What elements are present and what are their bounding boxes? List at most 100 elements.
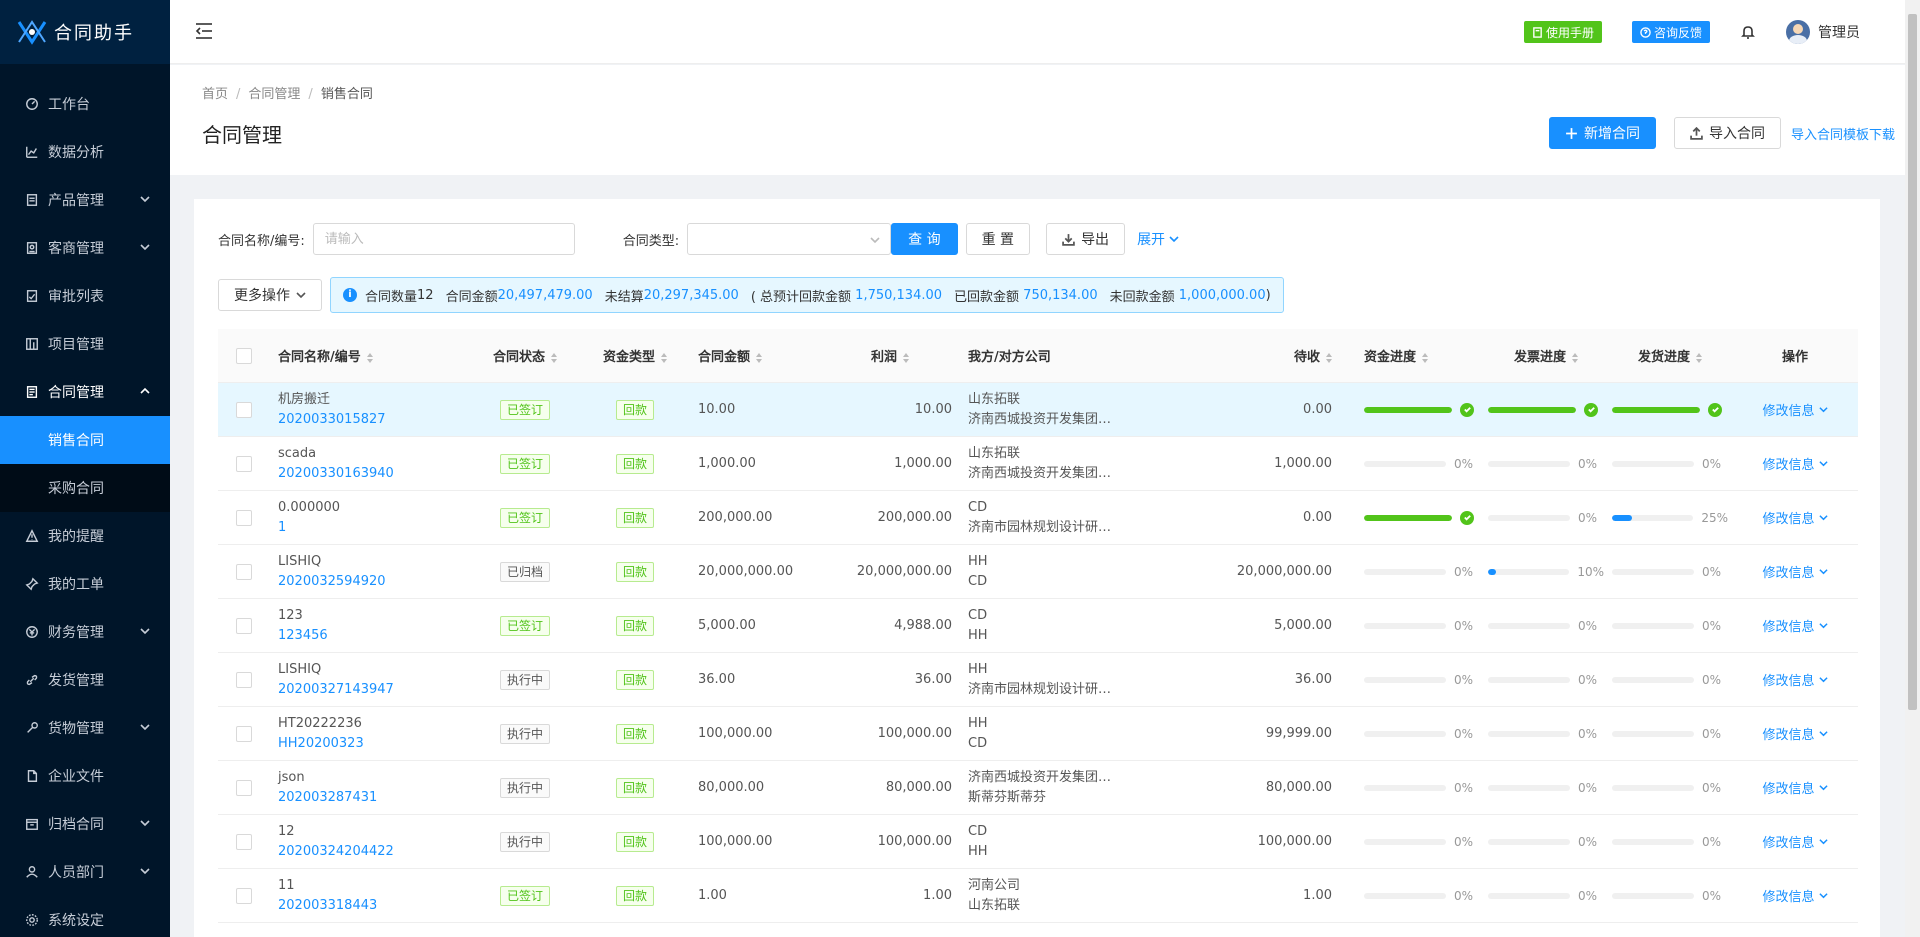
submenu-item-0[interactable]: 销售合同: [0, 416, 170, 464]
contract-amount: 20,000,000.00: [698, 564, 794, 579]
edit-info-dropdown[interactable]: 修改信息: [1762, 616, 1828, 635]
table-row[interactable]: 0.000000 1 已签订 回款 200,000.00 200,000.00 CD 济南市园…: [218, 491, 1858, 545]
manual-button[interactable]: 使用手册: [1523, 21, 1602, 43]
sidebar-item-2[interactable]: 产品管理: [0, 176, 170, 224]
row-checkbox[interactable]: [236, 833, 252, 850]
contract-code-link[interactable]: 20200330163940: [278, 464, 462, 484]
export-button[interactable]: 导出: [1046, 223, 1126, 255]
expand-link[interactable]: 展开: [1137, 229, 1179, 249]
sidebar-item-14[interactable]: 人员部门: [0, 848, 170, 896]
sidebar-item-9[interactable]: 财务管理: [0, 608, 170, 656]
contract-name: scada: [278, 445, 317, 461]
contract-code-link[interactable]: HH20200323: [278, 734, 462, 754]
contract-code-link[interactable]: 2020032714394​7: [278, 680, 462, 700]
row-checkbox[interactable]: [236, 887, 252, 904]
edit-info-dropdown[interactable]: 修改信息: [1762, 562, 1828, 581]
row-checkbox[interactable]: [236, 401, 252, 418]
more-actions-dropdown[interactable]: 更多操作: [218, 279, 322, 311]
select-all-checkbox[interactable]: [236, 347, 252, 364]
edit-info-dropdown[interactable]: 修改信息: [1762, 778, 1828, 797]
sidebar-item-0[interactable]: 工作台: [0, 80, 170, 128]
col-invoice-progress[interactable]: 发票进度: [1484, 346, 1608, 365]
template-download-link[interactable]: 导入合同模板下载: [1791, 124, 1895, 143]
sidebar-item-4[interactable]: 审批列表: [0, 272, 170, 320]
page-scrollbar[interactable]: [1905, 0, 1920, 937]
sidebar-item-1[interactable]: 数据分析: [0, 128, 170, 176]
row-checkbox[interactable]: [236, 563, 252, 580]
bell-icon[interactable]: [1740, 24, 1756, 40]
table-row[interactable]: 123 123456 已签订 回款 5,000.00 4,988.00 CD HH 5,000.…: [218, 599, 1858, 653]
sidebar-item-12[interactable]: 企业文件: [0, 752, 170, 800]
col-ftype[interactable]: 资金类型: [580, 346, 690, 365]
our-company: 山东拓联: [968, 445, 1021, 461]
add-contract-button[interactable]: 新增合同: [1548, 117, 1656, 149]
row-checkbox[interactable]: [236, 455, 252, 472]
progress-bar: [1612, 460, 1694, 467]
breadcrumb-contract[interactable]: 合同管理: [248, 87, 300, 102]
sidebar-item-5[interactable]: 项目管理: [0, 320, 170, 368]
contract-code-link[interactable]: 2020033015827: [278, 410, 462, 430]
sidebar-item-10[interactable]: 发货管理: [0, 656, 170, 704]
user-name[interactable]: 管理员: [1818, 22, 1860, 42]
table-row[interactable]: 11 202003318443 已签订 回款 1.00 1.00 河南公司 山东拓联 1.00 0…: [218, 869, 1858, 923]
col-profit[interactable]: 利润: [820, 346, 960, 365]
breadcrumb-home[interactable]: 首页: [202, 87, 228, 102]
their-company: CD: [968, 735, 988, 751]
table-row[interactable]: HT20222236 HH20200323 执行中 回款 100,000.00 100,0…: [218, 707, 1858, 761]
avatar[interactable]: [1786, 20, 1810, 44]
type-filter-select[interactable]: [687, 223, 892, 255]
progress-text: 0%: [1577, 456, 1597, 471]
table-row[interactable]: 机房搬迁 2020033015827 已签订 回款 10.00 10.00 山东拓联 济南西城…: [218, 383, 1858, 437]
menu-fold-icon[interactable]: [194, 22, 214, 40]
sidebar-item-13[interactable]: 归档合同: [0, 800, 170, 848]
sidebar-item-6[interactable]: 合同管理: [0, 368, 170, 416]
table-row[interactable]: LISHIQ 2020032594920 已归档 回款 20,000,000.00 20,…: [218, 545, 1858, 599]
col-amount[interactable]: 合同金额: [690, 346, 820, 365]
table-row[interactable]: scada 20200330163940 已签订 回款 1,000.00 1,000.00…: [218, 437, 1858, 491]
query-button[interactable]: 查 询: [891, 223, 958, 255]
feedback-button[interactable]: 咨询反馈: [1631, 21, 1710, 43]
contract-code-link[interactable]: 202003318443: [278, 896, 462, 916]
col-pending[interactable]: 待收: [1160, 346, 1360, 365]
our-company: HH: [968, 553, 988, 569]
col-fund-progress[interactable]: 资金进度: [1360, 346, 1484, 365]
sidebar-item-7[interactable]: 我的提醒: [0, 512, 170, 560]
edit-info-dropdown[interactable]: 修改信息: [1762, 400, 1828, 419]
contract-code-link[interactable]: 1: [278, 518, 462, 538]
profit: 20,000,000.00: [856, 564, 952, 579]
chevron-down-icon: [870, 237, 880, 244]
sidebar-item-8[interactable]: 我的工单: [0, 560, 170, 608]
sidebar-item-15[interactable]: 系统设定: [0, 896, 170, 937]
col-name[interactable]: 合同名称/编号: [270, 346, 470, 365]
contract-code-link[interactable]: 2020032594920: [278, 572, 462, 592]
edit-info-dropdown[interactable]: 修改信息: [1762, 508, 1828, 527]
status-badge: 已签订: [499, 507, 550, 528]
col-status[interactable]: 合同状态: [470, 346, 580, 365]
contract-code-link[interactable]: 20200324204422: [278, 842, 462, 862]
row-checkbox[interactable]: [236, 617, 252, 634]
table-row[interactable]: 12 20200324204422 执行中 回款 100,000.00 100,000.0…: [218, 815, 1858, 869]
name-filter-input[interactable]: [312, 223, 575, 255]
edit-info-dropdown[interactable]: 修改信息: [1762, 454, 1828, 473]
row-checkbox[interactable]: [236, 779, 252, 796]
edit-info-dropdown[interactable]: 修改信息: [1762, 724, 1828, 743]
contract-code-link[interactable]: 123456: [278, 626, 462, 646]
submenu-item-1[interactable]: 采购合同: [0, 464, 170, 512]
edit-info-dropdown[interactable]: 修改信息: [1762, 886, 1828, 905]
table-row[interactable]: json 202003287431 执行中 回款 80,000.00 80,000.00 济…: [218, 761, 1858, 815]
import-contract-button[interactable]: 导入合同: [1673, 117, 1781, 149]
logo[interactable]: 合同助手: [0, 0, 170, 64]
sidebar-item-11[interactable]: 货物管理: [0, 704, 170, 752]
progress-bar: [1364, 406, 1452, 413]
sidebar-item-3[interactable]: 客商管理: [0, 224, 170, 272]
contract-code-link[interactable]: 202003287431: [278, 788, 462, 808]
edit-info-dropdown[interactable]: 修改信息: [1762, 670, 1828, 689]
row-checkbox[interactable]: [236, 671, 252, 688]
scrollbar-thumb[interactable]: [1908, 14, 1917, 710]
edit-info-dropdown[interactable]: 修改信息: [1762, 832, 1828, 851]
row-checkbox[interactable]: [236, 725, 252, 742]
table-row[interactable]: LISHIQ 2020032714394​7 执行中 回款 36.00 36.00 HH 济南…: [218, 653, 1858, 707]
col-ship-progress[interactable]: 发货进度: [1608, 346, 1732, 365]
row-checkbox[interactable]: [236, 509, 252, 526]
reset-button[interactable]: 重 置: [965, 223, 1031, 255]
